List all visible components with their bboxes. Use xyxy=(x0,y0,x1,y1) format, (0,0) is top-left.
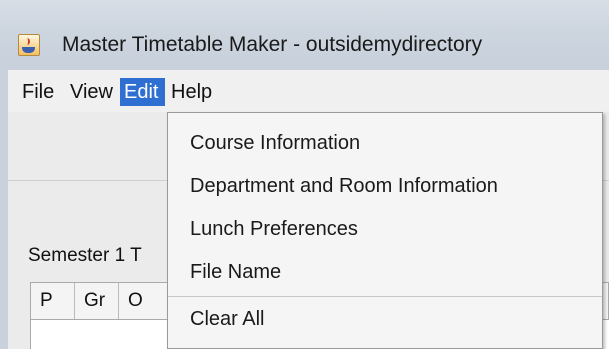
column-header-grade[interactable]: Gr xyxy=(75,283,119,319)
menu-item-course-information[interactable]: Course Information xyxy=(168,125,602,161)
window-title: Master Timetable Maker - outsidemydirect… xyxy=(62,33,483,56)
menu-item-lunch-preferences[interactable]: Lunch Preferences xyxy=(168,211,602,247)
menu-item-department-room-information[interactable]: Department and Room Information xyxy=(168,168,602,204)
menu-item-clear-all[interactable]: Clear All xyxy=(168,301,602,337)
menu-item-file-name[interactable]: File Name xyxy=(168,254,602,290)
menu-edit[interactable]: Edit xyxy=(120,78,165,106)
java-cup-icon[interactable] xyxy=(18,34,40,56)
menu-separator xyxy=(168,296,602,297)
semester-label: Semester 1 T xyxy=(28,245,142,266)
title-bar: Master Timetable Maker - outsidemydirect… xyxy=(0,0,609,70)
menu-help[interactable]: Help xyxy=(167,78,216,106)
menu-file[interactable]: File xyxy=(18,78,58,106)
menu-bar: File View Edit Help xyxy=(8,70,609,112)
menu-view[interactable]: View xyxy=(66,78,117,106)
window-frame-left xyxy=(0,70,8,349)
edit-menu-dropdown: Course Information Department and Room I… xyxy=(167,112,603,349)
column-header-period[interactable]: P xyxy=(31,283,75,319)
